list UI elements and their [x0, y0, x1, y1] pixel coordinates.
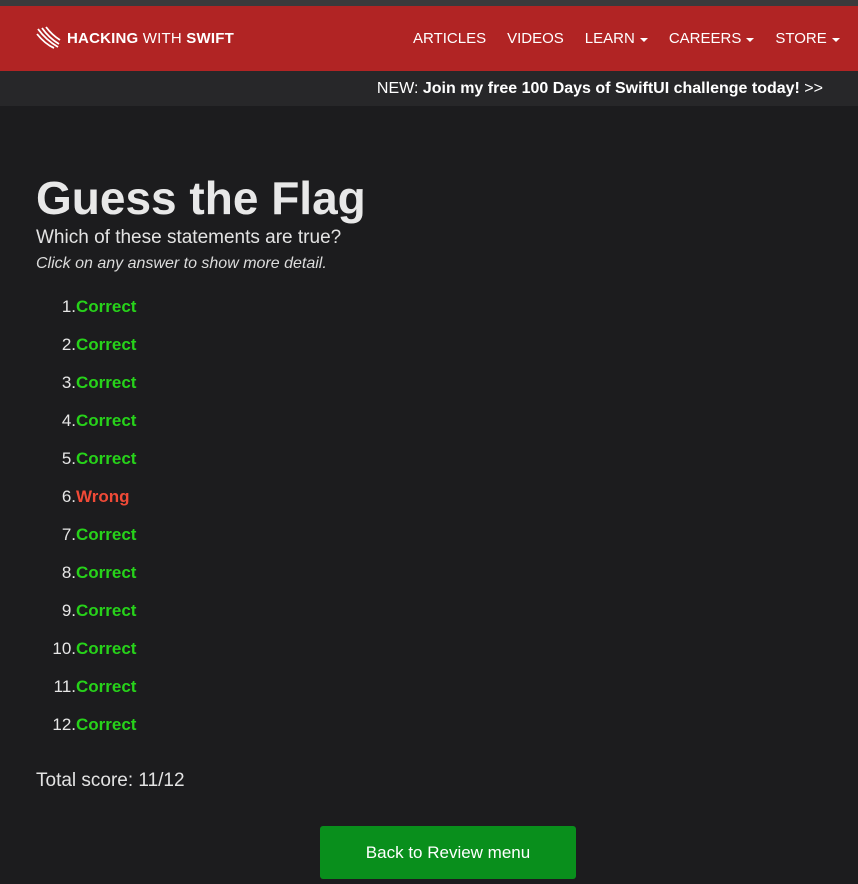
answer-item[interactable]: 8. Correct	[36, 554, 858, 592]
answer-result[interactable]: Wrong	[76, 478, 130, 516]
main-content: Guess the Flag Which of these statements…	[0, 106, 858, 792]
answer-item[interactable]: 7. Correct	[36, 516, 858, 554]
answer-number: 8.	[61, 563, 76, 582]
answer-number: 3.	[61, 373, 76, 392]
page-subtitle: Which of these statements are true?	[36, 227, 342, 248]
brand-name: HACKING WITH SWIFT	[67, 29, 234, 47]
nav-label: ARTICLES	[413, 30, 487, 47]
nav-learn[interactable]: LEARN	[585, 30, 648, 47]
answer-number: 12.	[52, 715, 76, 734]
promo-message: Join my free 100 Days of SwiftUI challen…	[422, 80, 800, 97]
nav-label: VIDEOS	[507, 30, 564, 47]
nav-videos[interactable]: VIDEOS	[507, 30, 564, 47]
answer-number: 5.	[61, 449, 76, 468]
swift-bird-icon	[36, 26, 61, 49]
total-score: Total score: 11/12	[36, 770, 185, 791]
answer-result[interactable]: Correct	[76, 516, 136, 554]
caret-down-icon	[746, 37, 755, 42]
answer-number: 4.	[61, 411, 76, 430]
nav-articles[interactable]: ARTICLES	[413, 30, 486, 47]
answer-item[interactable]: 5. Correct	[36, 440, 858, 478]
answer-result[interactable]: Correct	[76, 630, 136, 668]
answer-item[interactable]: 2. Correct	[36, 326, 858, 364]
back-to-review-button[interactable]: Back to Review menu	[320, 826, 576, 879]
answer-result[interactable]: Correct	[76, 326, 136, 364]
answer-number: 10.	[52, 639, 76, 658]
answer-number: 7.	[61, 525, 76, 544]
caret-down-icon	[831, 37, 840, 42]
answer-item[interactable]: 3. Correct	[36, 364, 858, 402]
promo-banner: NEW: Join my free 100 Days of SwiftUI ch…	[0, 71, 858, 106]
page-title: Guess the Flag	[36, 172, 366, 224]
answer-result[interactable]: Correct	[76, 706, 136, 744]
answer-result[interactable]: Correct	[76, 402, 136, 440]
answer-item[interactable]: 11. Correct	[36, 668, 858, 706]
nav-careers[interactable]: CAREERS	[669, 30, 755, 47]
answer-number: 1.	[61, 297, 76, 316]
answer-item[interactable]: 1. Correct	[36, 288, 858, 326]
answer-result[interactable]: Correct	[76, 364, 136, 402]
caret-down-icon	[639, 37, 648, 42]
navbar: HACKING WITH SWIFT ARTICLES VIDEOS LEARN…	[0, 6, 858, 71]
answer-item[interactable]: 4. Correct	[36, 402, 858, 440]
answer-item[interactable]: 9. Correct	[36, 592, 858, 630]
nav-label: STORE	[775, 30, 827, 47]
nav-label: CAREERS	[668, 30, 742, 47]
main-nav: ARTICLES VIDEOS LEARN CAREERS STORE AB	[413, 6, 858, 71]
brand-logo-link[interactable]: HACKING WITH SWIFT	[36, 26, 234, 50]
answer-result[interactable]: Correct	[76, 440, 136, 478]
answer-result[interactable]: Correct	[76, 554, 136, 592]
answer-number: 11.	[53, 677, 76, 696]
answer-result[interactable]: Correct	[76, 288, 136, 326]
answer-item[interactable]: 6. Wrong	[36, 478, 858, 516]
answers-list: 1. Correct 2. Correct 3. Correct 4. Correct 5. Co…	[36, 288, 858, 744]
answer-number: 9.	[61, 601, 76, 620]
answer-item[interactable]: 10. Correct	[36, 630, 858, 668]
answer-number: 6.	[61, 487, 76, 506]
nav-label: LEARN	[584, 30, 635, 47]
answer-result[interactable]: Correct	[76, 668, 136, 706]
nav-store[interactable]: STORE	[775, 30, 840, 47]
promo-suffix: >>	[799, 80, 823, 97]
answer-result[interactable]: Correct	[76, 592, 136, 630]
answer-number: 2.	[61, 335, 76, 354]
promo-prefix: NEW:	[376, 80, 423, 97]
page-hint: Click on any answer to show more detail.	[36, 255, 327, 272]
promo-link[interactable]: NEW: Join my free 100 Days of SwiftUI ch…	[377, 80, 823, 98]
answer-item[interactable]: 12. Correct	[36, 706, 858, 744]
